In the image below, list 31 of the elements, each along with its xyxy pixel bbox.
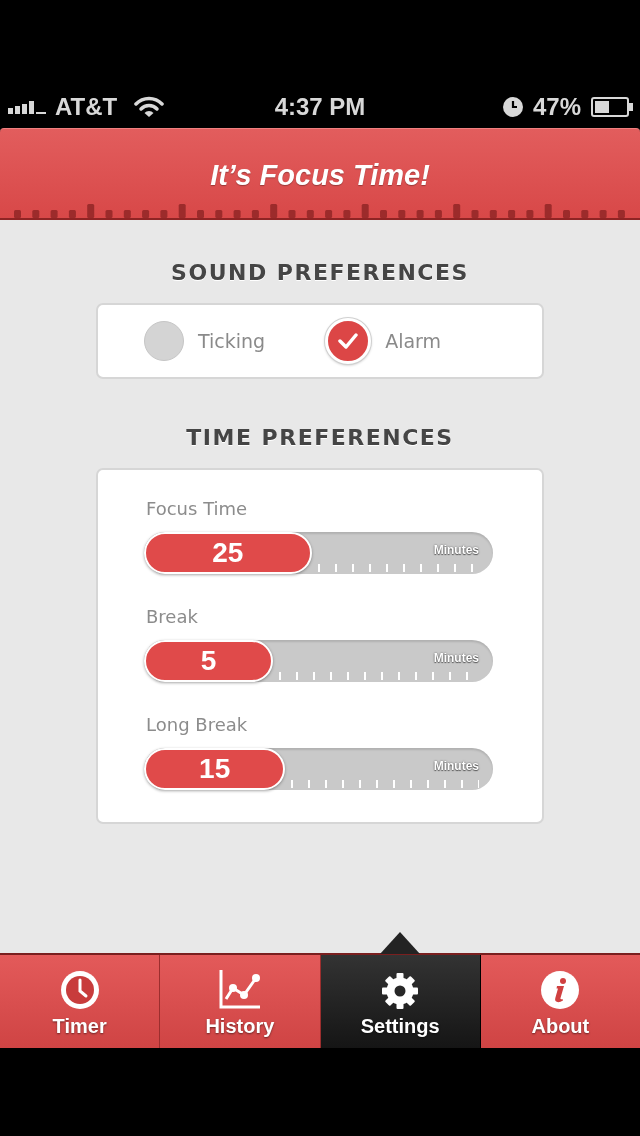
slider-fill[interactable]: 25: [144, 532, 312, 574]
line-chart-icon: [218, 969, 261, 1009]
status-time: 4:37 PM: [274, 92, 366, 121]
tab-pointer-icon: [380, 932, 421, 954]
app-title: It’s Focus Time!: [210, 159, 430, 192]
clock-icon: [502, 96, 523, 117]
section-heading: SOUND PREFERENCES: [171, 260, 469, 285]
battery-icon: [591, 96, 633, 117]
checkmark-icon: [338, 333, 359, 349]
info-icon: [541, 971, 580, 1009]
tab[interactable]: History: [160, 955, 321, 1048]
checkbox[interactable]: [144, 321, 184, 361]
option-label: Alarm: [385, 330, 442, 352]
clock-icon: [60, 971, 99, 1009]
slider-fill[interactable]: 15: [144, 748, 286, 790]
slider-label: Focus Time: [146, 498, 249, 520]
slider-label: Long Break: [146, 714, 249, 736]
wifi-icon: [134, 95, 165, 118]
slider-value: 5: [200, 645, 217, 677]
tab[interactable]: Timer: [0, 955, 161, 1048]
tab[interactable]: About: [480, 955, 640, 1048]
slider-fill[interactable]: 5: [144, 640, 274, 682]
option-label: Ticking: [198, 330, 266, 352]
signal-icon: [8, 99, 46, 114]
carrier-name: AT&T: [55, 92, 118, 121]
section-heading: TIME PREFERENCES: [186, 425, 454, 450]
settings-icon: [382, 973, 419, 1009]
slider-label: Break: [146, 606, 199, 628]
slider-value: 25: [212, 537, 244, 569]
battery-percentage: 47%: [532, 92, 581, 121]
slider-value: 15: [199, 753, 231, 785]
